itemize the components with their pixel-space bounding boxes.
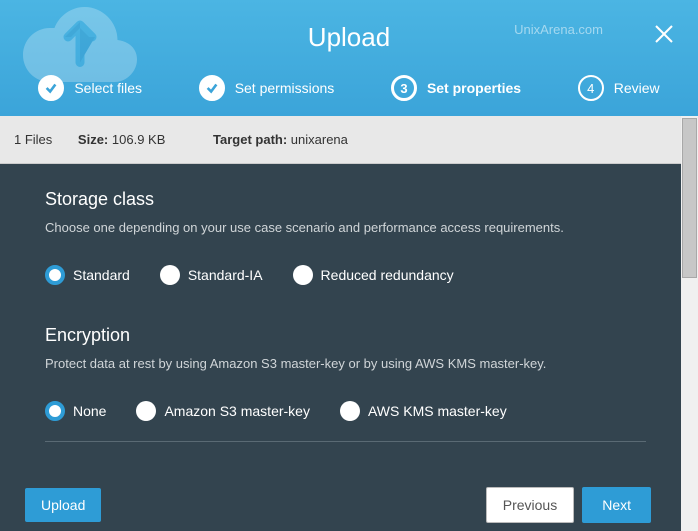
radio-standard-ia[interactable]: Standard-IA [160,265,263,285]
radio-icon [45,265,65,285]
radio-label: Standard [73,267,130,283]
step-label: Set permissions [235,80,335,96]
wizard-steps: Select files Set permissions 3 Set prope… [0,75,698,101]
upload-button[interactable]: Upload [25,488,101,522]
radio-label: Amazon S3 master-key [164,403,310,419]
scroll-thumb[interactable] [682,118,697,278]
upload-info-bar: 1 Files Size: 106.9 KB Target path: unix… [0,116,681,164]
storage-class-options: Standard Standard-IA Reduced redundancy [45,265,646,285]
radio-icon [45,401,65,421]
radio-none[interactable]: None [45,401,106,421]
footer-nav: Previous Next [486,487,651,523]
radio-label: None [73,403,106,419]
step-review[interactable]: 4 Review [578,75,660,101]
scroll-content: 1 Files Size: 106.9 KB Target path: unix… [0,116,681,531]
check-icon [199,75,225,101]
radio-label: Reduced redundancy [321,267,454,283]
next-button[interactable]: Next [582,487,651,523]
step-label: Select files [74,80,142,96]
step-number-icon: 3 [391,75,417,101]
radio-kms-master-key[interactable]: AWS KMS master-key [340,401,507,421]
target-path: Target path: unixarena [213,132,370,147]
radio-standard[interactable]: Standard [45,265,130,285]
dialog-footer: Upload Previous Next [0,475,681,531]
files-count: 1 Files [14,132,52,147]
properties-panel: Storage class Choose one depending on yo… [0,164,681,472]
radio-label: AWS KMS master-key [368,403,507,419]
step-set-properties[interactable]: 3 Set properties [391,75,521,101]
radio-reduced-redundancy[interactable]: Reduced redundancy [293,265,454,285]
radio-icon [136,401,156,421]
step-number-icon: 4 [578,75,604,101]
radio-label: Standard-IA [188,267,263,283]
vertical-scrollbar[interactable] [681,116,698,531]
size-info: Size: 106.9 KB [78,132,187,147]
storage-class-desc: Choose one depending on your use case sc… [45,220,646,235]
radio-icon [160,265,180,285]
encryption-options: None Amazon S3 master-key AWS KMS master… [45,401,646,421]
check-icon [38,75,64,101]
watermark-text: UnixArena.com [514,22,603,37]
previous-button[interactable]: Previous [486,487,574,523]
step-label: Review [614,80,660,96]
radio-icon [340,401,360,421]
encryption-desc: Protect data at rest by using Amazon S3 … [45,356,646,371]
step-label: Set properties [427,80,521,96]
section-divider [45,441,646,442]
dialog-header: Upload UnixArena.com Select files Set pe… [0,0,698,116]
radio-s3-master-key[interactable]: Amazon S3 master-key [136,401,310,421]
step-select-files[interactable]: Select files [38,75,142,101]
encryption-title: Encryption [45,325,646,346]
radio-icon [293,265,313,285]
content-wrapper: 1 Files Size: 106.9 KB Target path: unix… [0,116,698,531]
storage-class-title: Storage class [45,189,646,210]
close-button[interactable] [652,22,676,46]
step-set-permissions[interactable]: Set permissions [199,75,335,101]
